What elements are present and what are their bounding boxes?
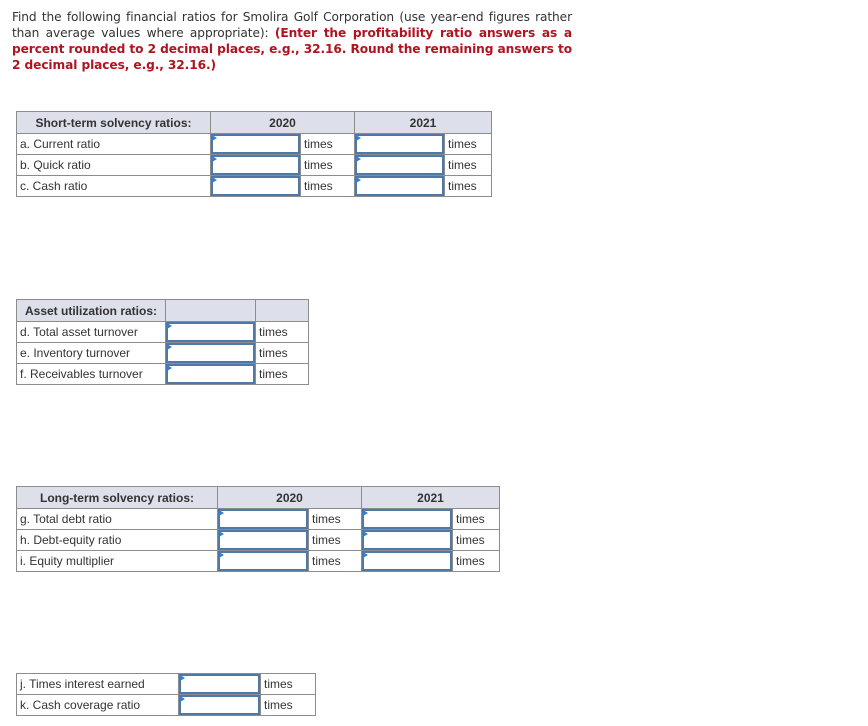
empty-header-cell: [165, 299, 256, 322]
row-label: g. Total debt ratio: [16, 508, 218, 530]
unit-label: times: [444, 175, 492, 197]
row-label: f. Receivables turnover: [16, 363, 166, 385]
inventory-turnover-input[interactable]: [166, 343, 255, 363]
row-label: k. Cash coverage ratio: [16, 694, 179, 716]
table-row: i. Equity multiplier times times: [16, 550, 500, 572]
debt-equity-ratio-2020-input[interactable]: [218, 530, 308, 550]
section-header: Long-term solvency ratios:: [16, 486, 218, 509]
table-header-row: Long-term solvency ratios: 2020 2021: [16, 486, 500, 509]
debt-equity-ratio-2021-input[interactable]: [362, 530, 452, 550]
current-ratio-2020-input[interactable]: [211, 134, 300, 154]
table-row: b. Quick ratio times times: [16, 154, 492, 176]
total-debt-ratio-2021-input[interactable]: [362, 509, 452, 529]
unit-label: times: [308, 529, 362, 551]
table-header-row: Asset utilization ratios:: [16, 299, 309, 322]
unit-label: times: [255, 342, 309, 364]
year-header-2020: 2020: [217, 486, 362, 509]
unit-label: times: [255, 363, 309, 385]
table-row: c. Cash ratio times times: [16, 175, 492, 197]
unit-label: times: [452, 508, 500, 530]
total-asset-turnover-input[interactable]: [166, 322, 255, 342]
row-label: b. Quick ratio: [16, 154, 211, 176]
asset-utilization-table: Asset utilization ratios: d. Total asset…: [16, 299, 309, 385]
coverage-ratios-table: j. Times interest earned times k. Cash c…: [16, 673, 316, 716]
times-interest-earned-input[interactable]: [179, 674, 260, 694]
row-label: e. Inventory turnover: [16, 342, 166, 364]
table-row: a. Current ratio times times: [16, 133, 492, 155]
receivables-turnover-input[interactable]: [166, 364, 255, 384]
table-row: j. Times interest earned times: [16, 673, 316, 695]
unit-label: times: [444, 133, 492, 155]
row-label: h. Debt-equity ratio: [16, 529, 218, 551]
unit-label: times: [260, 673, 316, 695]
empty-header-cell: [255, 299, 309, 322]
table-row: k. Cash coverage ratio times: [16, 694, 316, 716]
short-term-solvency-table: Short-term solvency ratios: 2020 2021 a.…: [16, 111, 492, 197]
unit-label: times: [452, 529, 500, 551]
table-row: e. Inventory turnover times: [16, 342, 309, 364]
unit-label: times: [300, 154, 355, 176]
row-label: c. Cash ratio: [16, 175, 211, 197]
unit-label: times: [444, 154, 492, 176]
year-header-2021: 2021: [354, 111, 492, 134]
total-debt-ratio-2020-input[interactable]: [218, 509, 308, 529]
table-row: g. Total debt ratio times times: [16, 508, 500, 530]
unit-label: times: [300, 175, 355, 197]
table-row: f. Receivables turnover times: [16, 363, 309, 385]
cash-coverage-ratio-input[interactable]: [179, 695, 260, 715]
unit-label: times: [308, 508, 362, 530]
row-label: j. Times interest earned: [16, 673, 179, 695]
quick-ratio-2021-input[interactable]: [355, 155, 444, 175]
year-header-2020: 2020: [210, 111, 355, 134]
unit-label: times: [452, 550, 500, 572]
section-header: Short-term solvency ratios:: [16, 111, 211, 134]
equity-multiplier-2021-input[interactable]: [362, 551, 452, 571]
table-row: h. Debt-equity ratio times times: [16, 529, 500, 551]
unit-label: times: [308, 550, 362, 572]
unit-label: times: [300, 133, 355, 155]
table-header-row: Short-term solvency ratios: 2020 2021: [16, 111, 492, 134]
cash-ratio-2021-input[interactable]: [355, 176, 444, 196]
row-label: d. Total asset turnover: [16, 321, 166, 343]
year-header-2021: 2021: [361, 486, 500, 509]
unit-label: times: [260, 694, 316, 716]
table-row: d. Total asset turnover times: [16, 321, 309, 343]
row-label: i. Equity multiplier: [16, 550, 218, 572]
long-term-solvency-table: Long-term solvency ratios: 2020 2021 g. …: [16, 486, 500, 572]
section-header: Asset utilization ratios:: [16, 299, 166, 322]
unit-label: times: [255, 321, 309, 343]
cash-ratio-2020-input[interactable]: [211, 176, 300, 196]
current-ratio-2021-input[interactable]: [355, 134, 444, 154]
row-label: a. Current ratio: [16, 133, 211, 155]
quick-ratio-2020-input[interactable]: [211, 155, 300, 175]
equity-multiplier-2020-input[interactable]: [218, 551, 308, 571]
instructions: Find the following financial ratios for …: [12, 9, 572, 73]
